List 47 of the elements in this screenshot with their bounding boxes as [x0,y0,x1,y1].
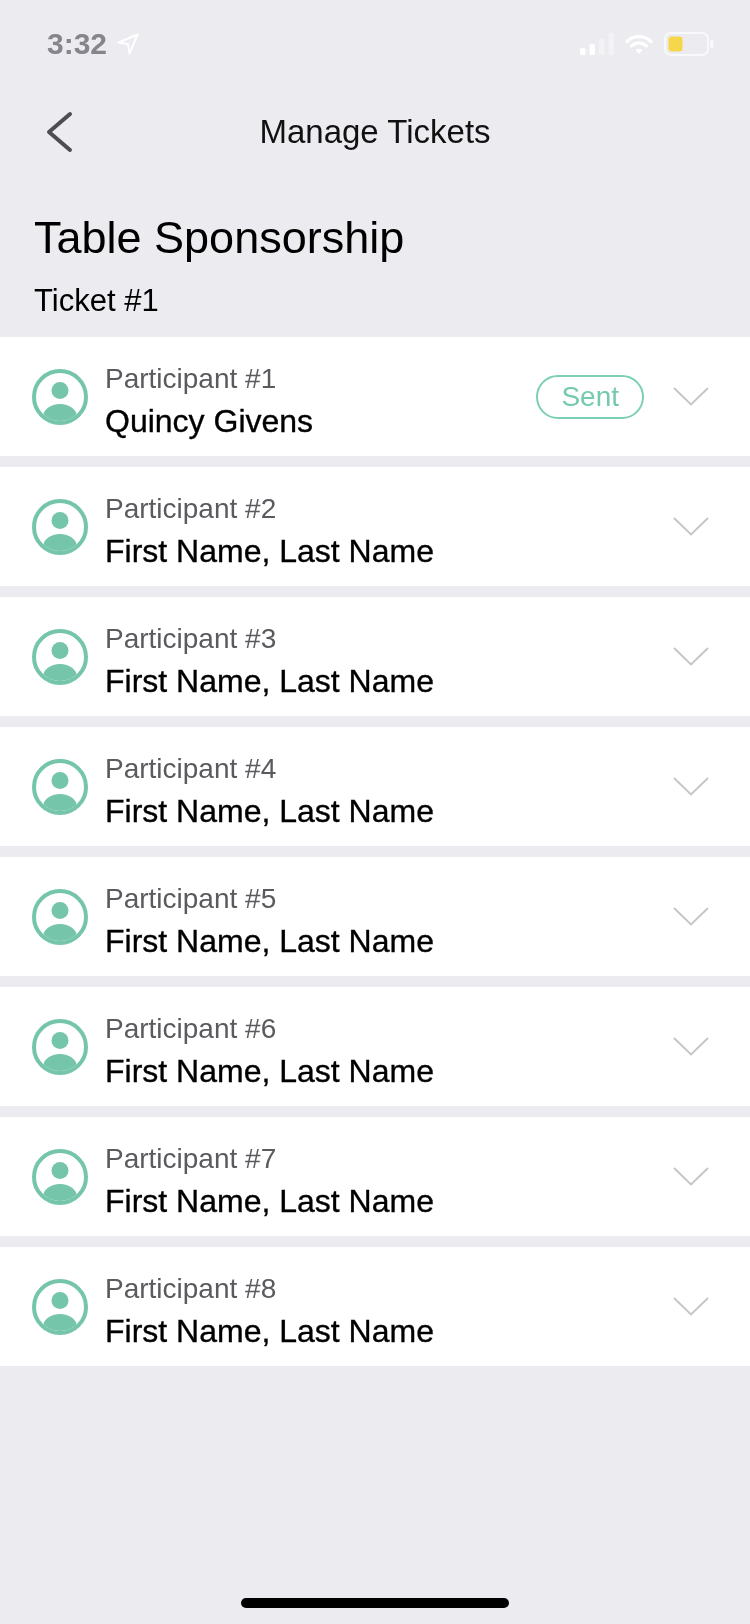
ticket-subtitle: Ticket #1 [34,283,160,319]
participant-name: First Name, Last Name [105,1052,435,1091]
chevron-down-icon[interactable] [673,387,709,406]
avatar-icon [32,888,88,945]
avatar-icon [32,1278,88,1335]
participant-label: Participant #8 [105,1272,278,1306]
chevron-down-icon[interactable] [673,1037,709,1056]
avatar-icon [32,628,88,685]
participant-label: Participant #5 [105,882,278,916]
avatar-icon [32,1148,88,1205]
avatar-icon [32,758,88,815]
participant-row[interactable]: Participant #8 First Name, Last Name [0,1247,750,1366]
chevron-down-icon[interactable] [673,1297,709,1316]
participant-label: Participant #4 [105,752,278,786]
participant-row[interactable]: Participant #7 First Name, Last Name [0,1117,750,1236]
participant-name: First Name, Last Name [105,1312,435,1351]
chevron-down-icon[interactable] [673,1167,709,1186]
avatar-icon [32,498,88,555]
status-time: 3:32 [47,26,108,62]
participant-row[interactable]: Participant #2 First Name, Last Name [0,467,750,586]
participant-row[interactable]: Participant #1 Quincy Givens Sent [0,337,750,456]
participant-row[interactable]: Participant #3 First Name, Last Name [0,597,750,716]
participant-name: First Name, Last Name [105,1182,435,1221]
participant-name: Quincy Givens [105,402,315,441]
chevron-down-icon[interactable] [673,907,709,926]
participant-name: First Name, Last Name [105,662,435,701]
chevron-down-icon[interactable] [673,647,709,666]
status-badge: Sent [536,374,644,419]
chevron-down-icon[interactable] [673,777,709,796]
battery-icon [664,32,714,56]
participant-label: Participant #2 [105,492,278,526]
participant-label: Participant #1 [105,362,278,396]
participant-row[interactable]: Participant #4 First Name, Last Name [0,727,750,846]
participant-name: First Name, Last Name [105,922,435,961]
avatar-icon [32,1018,88,1075]
nav-title: Manage Tickets [259,112,491,152]
participant-label: Participant #7 [105,1142,278,1176]
page-title: Table Sponsorship [34,211,406,265]
participant-name: First Name, Last Name [105,792,435,831]
participant-row[interactable]: Participant #5 First Name, Last Name [0,857,750,976]
participant-label: Participant #3 [105,622,278,656]
participant-name: First Name, Last Name [105,532,435,571]
participant-label: Participant #6 [105,1012,278,1046]
chevron-down-icon[interactable] [673,517,709,536]
avatar-icon [32,368,88,425]
participant-row[interactable]: Participant #6 First Name, Last Name [0,987,750,1106]
back-icon [44,111,74,153]
